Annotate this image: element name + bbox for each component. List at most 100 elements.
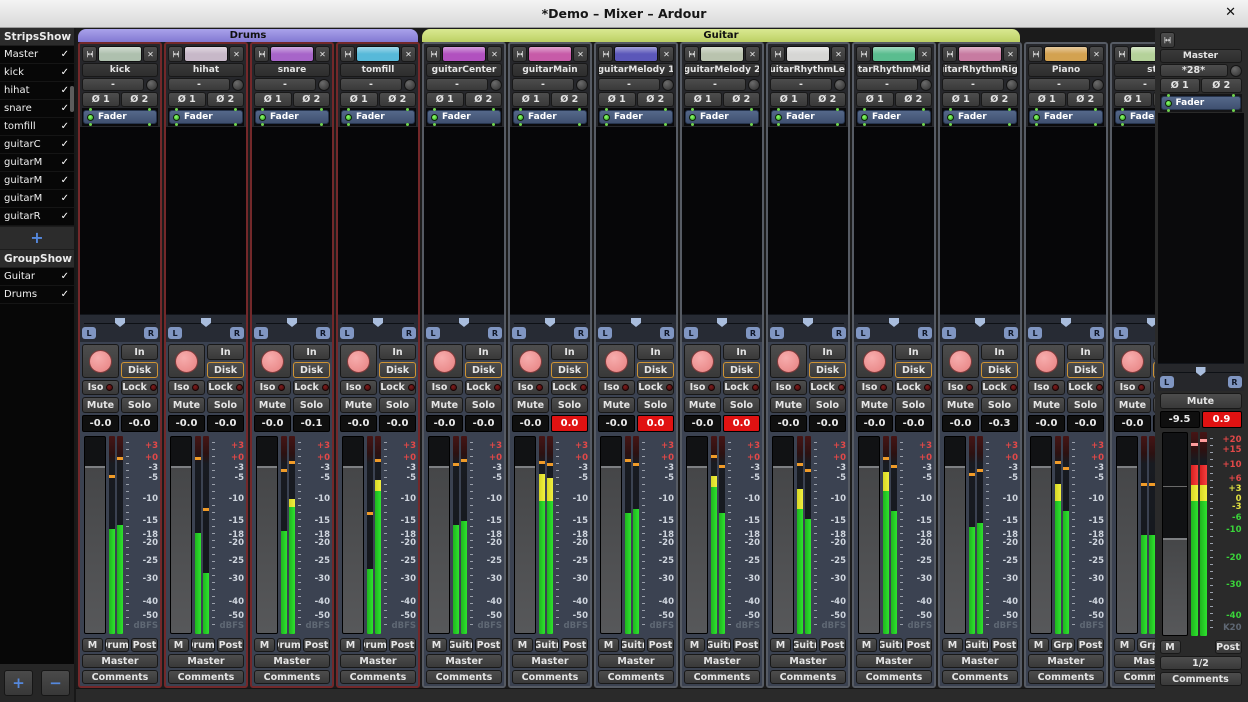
phase-1-button[interactable]: Ø 1	[856, 92, 894, 107]
solo-button[interactable]: Solo	[1067, 397, 1104, 413]
group-list-item[interactable]: Drums✓	[0, 286, 74, 304]
close-strip-icon[interactable]: ✕	[917, 46, 932, 62]
gain-display[interactable]: -9.5	[1160, 411, 1200, 428]
fader-processor[interactable]: Fader	[771, 110, 845, 124]
pan-left-button[interactable]: L	[340, 327, 354, 339]
trim-knob[interactable]	[1092, 79, 1104, 91]
record-arm-button[interactable]	[770, 344, 807, 378]
group-list-item[interactable]: Guitar✓	[0, 268, 74, 286]
strip-list-item[interactable]: guitarM✓	[0, 154, 74, 172]
solo-lock-button[interactable]: Lock	[121, 380, 158, 395]
close-strip-icon[interactable]: ✕	[659, 46, 674, 62]
output-routing-button[interactable]: Master	[598, 654, 674, 668]
pan-control[interactable]: L R	[252, 314, 332, 342]
record-arm-button[interactable]	[1028, 344, 1065, 378]
pan-left-button[interactable]: L	[82, 327, 96, 339]
narrow-strip-icon[interactable]: |↔|	[512, 46, 527, 62]
strip-color-button[interactable]	[1130, 46, 1155, 62]
record-arm-button[interactable]	[168, 344, 205, 378]
fader-handle[interactable]	[601, 466, 621, 468]
metering-point-button[interactable]: Post	[905, 638, 932, 652]
check-icon[interactable]: ✓	[61, 211, 69, 222]
narrow-strip-icon[interactable]: |↔|	[168, 46, 183, 62]
mute-button[interactable]: Mute	[168, 397, 205, 413]
close-icon[interactable]: ✕	[1225, 5, 1236, 20]
comments-button[interactable]: Comments	[942, 670, 1018, 684]
record-arm-button[interactable]	[426, 344, 463, 378]
monitor-input-button[interactable]: In	[379, 344, 416, 360]
phase-2-button[interactable]: Ø 2	[809, 92, 847, 107]
record-arm-button[interactable]	[254, 344, 291, 378]
metering-point-button[interactable]: Post	[647, 638, 674, 652]
gain-fader[interactable]	[686, 436, 708, 634]
peak-display[interactable]: 0.0	[723, 415, 760, 432]
group-button[interactable]: Guitr	[793, 638, 817, 652]
pan-right-button[interactable]: R	[746, 327, 760, 339]
pan-left-button[interactable]: L	[254, 327, 268, 339]
phase-2-button[interactable]: Ø 2	[207, 92, 245, 107]
group-tab-drums[interactable]: Drums	[78, 29, 418, 42]
gain-display[interactable]: -0.0	[82, 415, 119, 432]
solo-isolate-button[interactable]: Iso	[340, 380, 377, 395]
mono-button[interactable]: M	[1028, 638, 1049, 652]
solo-button[interactable]: Solo	[723, 397, 760, 413]
phase-1-button[interactable]: Ø 1	[1114, 92, 1152, 107]
processor-box[interactable]	[338, 127, 418, 314]
strip-color-button[interactable]	[528, 46, 572, 62]
processor-led[interactable]	[345, 114, 352, 121]
pan-right-button[interactable]: R	[488, 327, 502, 339]
fader-handle[interactable]	[1117, 466, 1137, 468]
pan-left-button[interactable]: L	[1028, 327, 1042, 339]
record-arm-button[interactable]	[1114, 344, 1151, 378]
fader-handle[interactable]	[1163, 538, 1187, 540]
phase-2-button[interactable]: Ø 2	[465, 92, 503, 107]
fader-handle[interactable]	[343, 466, 363, 468]
narrow-strip-icon[interactable]: |↔|	[82, 46, 97, 62]
fader-processor[interactable]: Fader	[513, 110, 587, 124]
strip-list-item[interactable]: kick✓	[0, 64, 74, 82]
strip-list-item[interactable]: Master✓	[0, 46, 74, 64]
solo-lock-button[interactable]: Lock	[293, 380, 330, 395]
fader-handle[interactable]	[85, 466, 105, 468]
fader-handle[interactable]	[859, 466, 879, 468]
pan-left-button[interactable]: L	[1114, 327, 1128, 339]
peak-display[interactable]: -0.1	[293, 415, 330, 432]
fader-handle[interactable]	[429, 466, 449, 468]
close-strip-icon[interactable]: ✕	[487, 46, 502, 62]
pan-handle[interactable]	[373, 318, 383, 327]
comments-button[interactable]: Comments	[426, 670, 502, 684]
narrow-strip-icon[interactable]: |↔|	[254, 46, 269, 62]
check-icon[interactable]: ✓	[61, 49, 69, 60]
mute-button[interactable]: Mute	[426, 397, 463, 413]
pan-control[interactable]: L R	[1158, 363, 1244, 391]
trim-knob[interactable]	[232, 79, 244, 91]
solo-isolate-button[interactable]: Iso	[426, 380, 463, 395]
narrow-strip-icon[interactable]: |↔|	[942, 46, 957, 62]
processor-box[interactable]	[252, 127, 332, 314]
close-strip-icon[interactable]: ✕	[831, 46, 846, 62]
check-icon[interactable]: ✓	[61, 103, 69, 114]
gain-display[interactable]: -0.0	[512, 415, 549, 432]
pan-right-button[interactable]: R	[832, 327, 846, 339]
gain-fader[interactable]	[256, 436, 278, 634]
comments-button[interactable]: Comments	[598, 670, 674, 684]
processor-led[interactable]	[1165, 100, 1172, 107]
fader-processor[interactable]: Fader	[1115, 110, 1155, 124]
phase-2-button[interactable]: Ø 2	[551, 92, 589, 107]
strip-color-button[interactable]	[614, 46, 658, 62]
strip-name-button[interactable]: guitarMelody 1	[598, 63, 674, 77]
close-strip-icon[interactable]: ✕	[401, 46, 416, 62]
phase-1-button[interactable]: Ø 1	[942, 92, 980, 107]
phase-2-button[interactable]: Ø 2	[1201, 78, 1242, 93]
strip-name-button[interactable]: guitarRhythmMiddle	[856, 63, 932, 77]
monitor-disk-button[interactable]: Disk	[551, 362, 588, 378]
gain-fader[interactable]	[600, 436, 622, 634]
strip-name-button[interactable]: guitarRhythmLeft	[770, 63, 846, 77]
narrow-strip-icon[interactable]: |↔|	[1114, 46, 1129, 62]
solo-isolate-button[interactable]: Iso	[254, 380, 291, 395]
trim-menu-button[interactable]: -	[770, 78, 832, 91]
mono-button[interactable]: M	[168, 638, 189, 652]
mute-button[interactable]: Mute	[684, 397, 721, 413]
record-arm-button[interactable]	[82, 344, 119, 378]
group-button[interactable]: Guitr	[965, 638, 989, 652]
